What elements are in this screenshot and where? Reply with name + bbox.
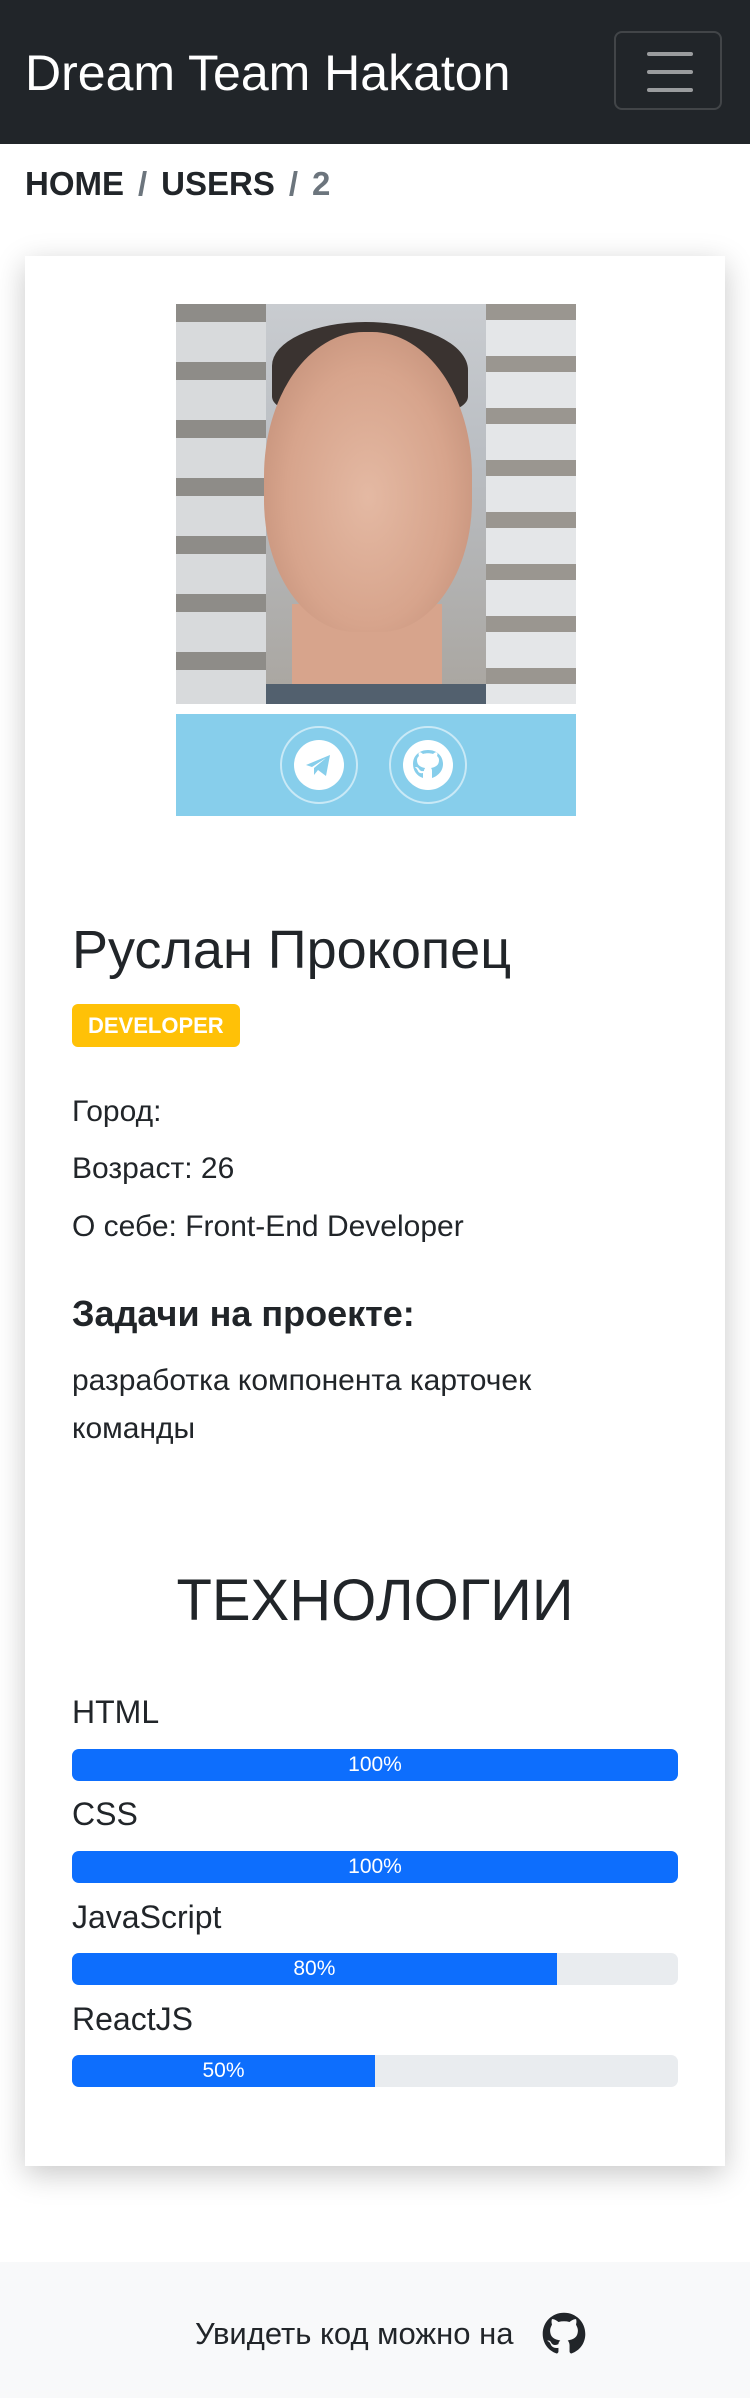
profile-photo — [176, 304, 576, 704]
breadcrumb-separator: / — [138, 165, 148, 202]
skill-progress: 50% — [72, 2055, 678, 2087]
navbar-brand[interactable]: Dream Team Hakaton — [25, 43, 510, 103]
role-badge: DEVELOPER — [72, 1004, 240, 1047]
skill-progress: 80% — [72, 1953, 678, 1985]
breadcrumb-users-link[interactable]: USERS — [161, 165, 275, 202]
about-text: О себе: Front-End Developer — [72, 1210, 464, 1243]
skill-name: JavaScript — [72, 1899, 222, 1935]
user-name: Руслан Прокопец — [72, 920, 512, 980]
github-button[interactable] — [389, 726, 467, 804]
skill-progress: 100% — [72, 1749, 678, 1781]
skill-progress-bar: 50% — [72, 2055, 375, 2087]
city-text: Город: — [72, 1095, 162, 1128]
tasks-heading: Задачи на проекте: — [72, 1293, 415, 1334]
footer: Увидеть код можно на — [0, 2262, 750, 2398]
footer-text: Увидеть код можно на — [195, 2316, 514, 2351]
skill-progress-bar: 100% — [72, 1851, 678, 1883]
github-icon — [404, 741, 452, 789]
tasks-description: разработка компонента карточек команды — [72, 1364, 532, 1445]
navbar-toggler-button[interactable] — [614, 31, 722, 110]
skill-name: CSS — [72, 1796, 138, 1832]
github-icon[interactable] — [539, 2309, 589, 2359]
skill-name: ReactJS — [72, 2001, 193, 2037]
profile-card: Руслан Прокопец DEVELOPER Город: Возраст… — [25, 256, 725, 2166]
age-text: Возраст: 26 — [72, 1152, 235, 1185]
telegram-icon — [295, 741, 343, 789]
telegram-button[interactable] — [280, 726, 358, 804]
social-links — [176, 714, 576, 816]
breadcrumb: HOME / USERS / 2 — [25, 163, 330, 205]
technologies-heading: ТЕХНОЛОГИИ — [176, 1568, 574, 1633]
skill-name: HTML — [72, 1694, 160, 1730]
skill-progress: 100% — [72, 1851, 678, 1883]
skill-progress-bar: 80% — [72, 1953, 557, 1985]
skill-progress-bar: 100% — [72, 1749, 678, 1781]
navbar: Dream Team Hakaton — [0, 0, 750, 144]
breadcrumb-current: 2 — [312, 165, 331, 202]
breadcrumb-separator: / — [288, 165, 299, 202]
breadcrumb-home-link[interactable]: HOME — [25, 165, 124, 202]
